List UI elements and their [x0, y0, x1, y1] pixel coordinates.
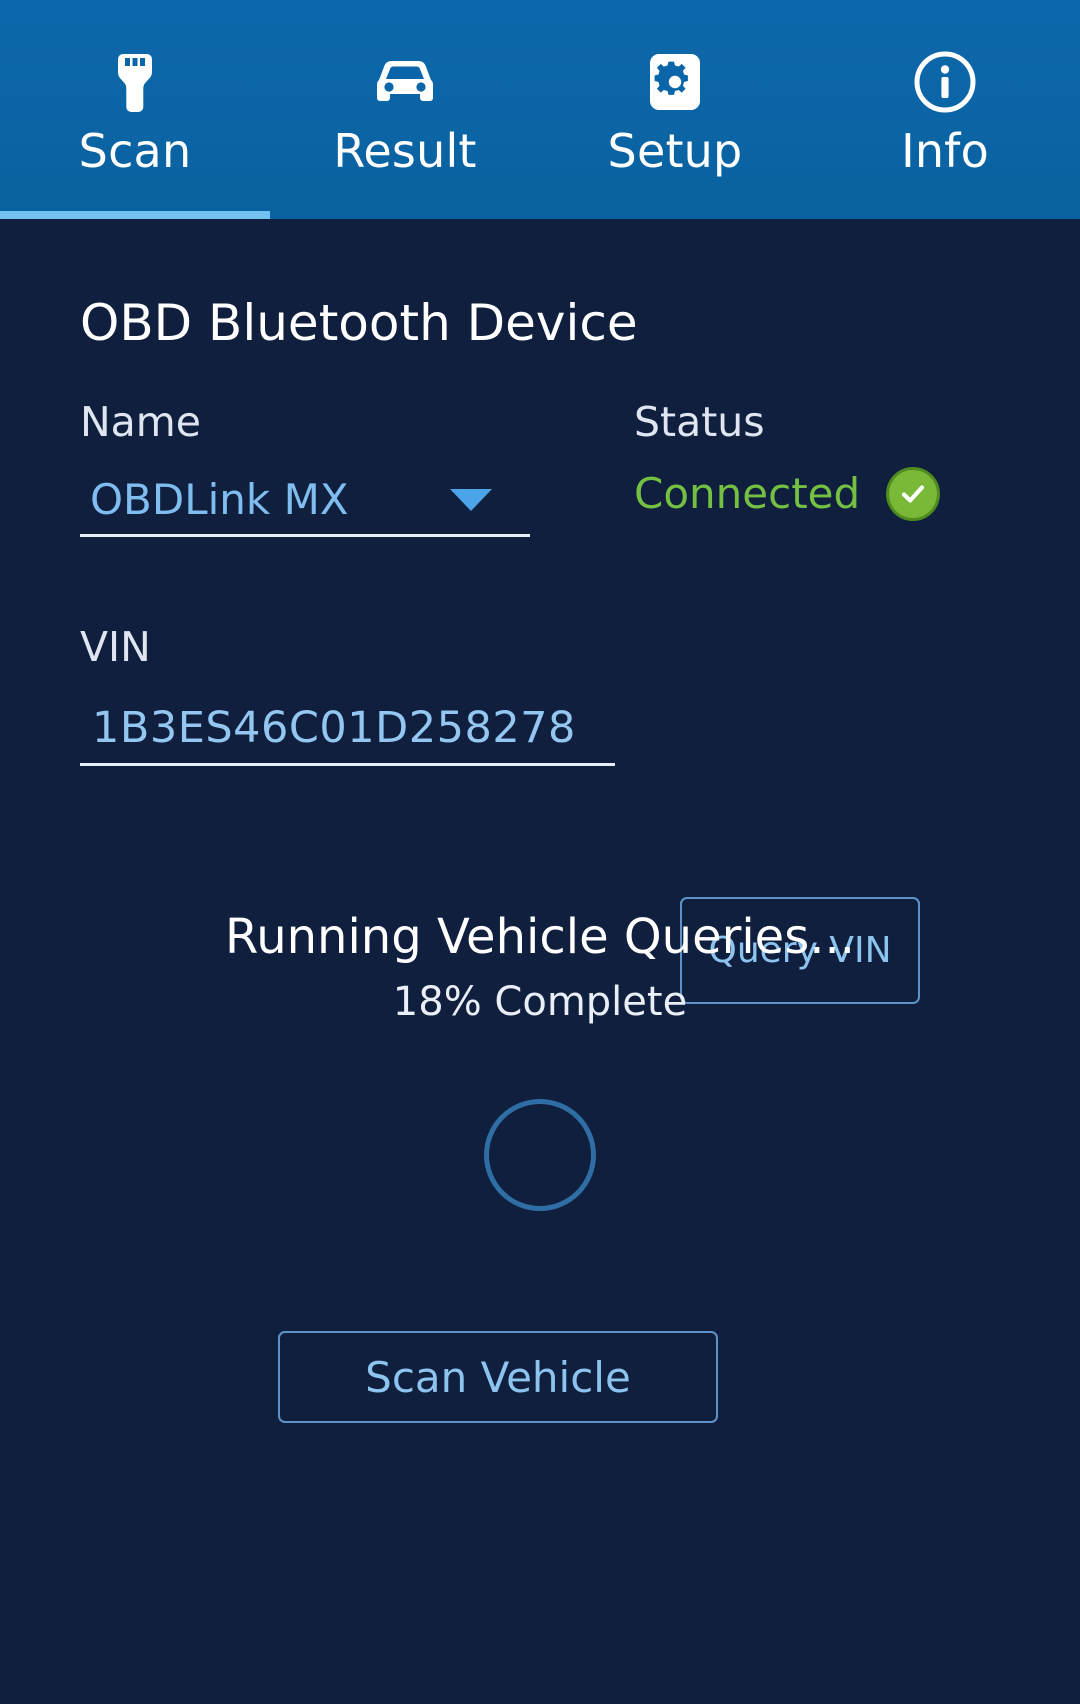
loading-spinner-icon [484, 1099, 596, 1211]
progress-percent-text: 18% Complete [392, 979, 688, 1025]
vin-label: VIN [80, 623, 151, 671]
info-circle-icon [914, 49, 976, 115]
tab-setup-label: Setup [607, 123, 743, 178]
page-title: OBD Bluetooth Device [80, 294, 638, 352]
device-name-dropdown[interactable]: OBDLink MX [80, 465, 530, 537]
active-tab-indicator [0, 211, 270, 219]
device-status-value: Connected [634, 469, 861, 518]
scan-page-content: OBD Bluetooth Device Name OBDLink MX Sta… [0, 219, 1080, 1704]
scan-progress-area: Running Vehicle Queries... 18% Complete [0, 909, 1080, 1211]
progress-title: Running Vehicle Queries... [225, 909, 855, 965]
tab-info-label: Info [901, 123, 989, 178]
device-name-value: OBDLink MX [90, 474, 349, 524]
tab-result-label: Result [333, 123, 477, 178]
scan-vehicle-button-label: Scan Vehicle [365, 1352, 631, 1402]
gear-icon [649, 49, 701, 115]
device-name-group: Name OBDLink MX [80, 399, 530, 537]
tab-scan[interactable]: Scan [0, 0, 270, 219]
scan-vehicle-button[interactable]: Scan Vehicle [278, 1331, 718, 1423]
vin-value: 1B3ES46C01D258278 [92, 702, 576, 753]
main-tab-bar: Scan Result Setup Info [0, 0, 1080, 219]
vin-group: VIN 1B3ES46C01D258278 [80, 624, 615, 766]
tab-info[interactable]: Info [810, 0, 1080, 219]
tab-result[interactable]: Result [270, 0, 540, 219]
tab-setup[interactable]: Setup [540, 0, 810, 219]
vin-input[interactable]: 1B3ES46C01D258278 [80, 692, 615, 766]
device-name-label: Name [80, 398, 201, 446]
loading-spinner-wrap [0, 1099, 1080, 1211]
tab-scan-label: Scan [78, 123, 192, 178]
device-status-group: Status Connected [634, 398, 941, 521]
status-badge: Connected [634, 467, 941, 521]
obd-connector-icon [110, 49, 160, 115]
chevron-down-icon [450, 488, 492, 511]
device-status-label: Status [634, 398, 765, 446]
check-circle-icon [886, 467, 941, 521]
car-icon [373, 49, 437, 115]
